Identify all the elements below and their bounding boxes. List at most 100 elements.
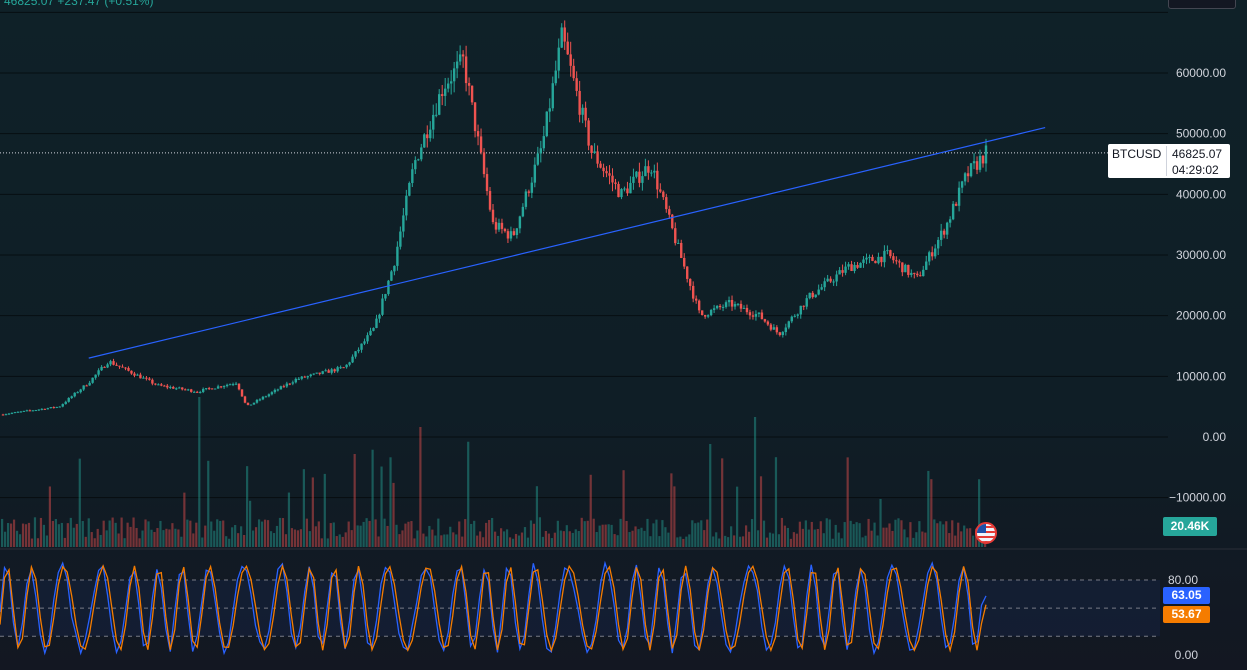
- volume-bar: [864, 535, 867, 547]
- candle-body: [862, 259, 865, 263]
- candle-body: [52, 407, 55, 409]
- candle-body: [763, 319, 767, 322]
- candle-body: [527, 191, 531, 193]
- candle-body: [533, 164, 537, 183]
- candle-body: [811, 292, 814, 298]
- volume-bar: [706, 519, 709, 547]
- volume-bar: [356, 525, 359, 547]
- candle-body: [659, 189, 662, 192]
- price-axis: 60000.00 50000.00 40000.00 30000.00 20000.00…: [1169, 66, 1226, 505]
- volume-bar: [798, 521, 801, 547]
- candle-body: [130, 370, 133, 374]
- volume-bar: [942, 524, 945, 547]
- volume-bar: [559, 530, 562, 547]
- candle-body: [587, 120, 590, 146]
- volume-bar: [389, 457, 392, 547]
- volume-bar: [718, 538, 721, 547]
- volume-bar: [661, 520, 664, 547]
- volume-bar: [786, 527, 790, 547]
- volume-bar: [260, 521, 264, 547]
- volume-bar: [153, 531, 156, 547]
- candle-body: [826, 278, 829, 282]
- candle-body: [318, 372, 321, 374]
- candle-body: [470, 85, 474, 103]
- candle-body: [703, 315, 707, 317]
- chart-canvas[interactable]: 80.00 0.00 60000.00 50000.00 40000.00 30000.…: [0, 0, 1247, 670]
- candle-body: [103, 366, 106, 368]
- volume-bar: [753, 417, 757, 547]
- candle-body: [139, 374, 142, 379]
- candle-body: [360, 343, 363, 350]
- volume-bar: [437, 518, 440, 547]
- candle-body: [766, 321, 770, 325]
- candle-body: [709, 309, 713, 316]
- candle-body: [802, 305, 805, 307]
- candle-body: [898, 261, 901, 263]
- volume-bar: [882, 527, 885, 547]
- candle-body: [972, 161, 976, 164]
- candle-body: [745, 307, 749, 313]
- candle-body: [751, 315, 755, 317]
- volume-bar: [969, 528, 972, 547]
- volume-bar: [362, 521, 365, 547]
- candle-body: [252, 402, 256, 405]
- volume-bar: [323, 473, 326, 547]
- volume-bar: [141, 530, 144, 547]
- candle-body: [91, 377, 94, 383]
- candle-body: [718, 305, 722, 308]
- bar-countdown: 04:29:02: [1172, 163, 1219, 177]
- volume-bar: [431, 529, 434, 547]
- candle-body: [506, 231, 510, 239]
- candle-body: [279, 386, 283, 390]
- candle-body: [892, 256, 895, 261]
- candle-body: [160, 384, 163, 386]
- candle-body: [781, 332, 785, 336]
- price-tick-label: 50000.00: [1176, 127, 1226, 141]
- candle-body: [808, 292, 811, 299]
- candle-body: [596, 151, 599, 164]
- candle-body: [584, 107, 587, 121]
- volume-bar: [467, 441, 470, 547]
- candle-body: [449, 81, 453, 84]
- candle-body: [446, 83, 450, 89]
- candle-body: [204, 388, 208, 390]
- candle-body: [641, 176, 644, 183]
- volume-bar: [741, 536, 745, 547]
- current-price-value: 46825.07: [1172, 147, 1223, 161]
- candle-body: [426, 134, 429, 139]
- candle-body: [697, 300, 701, 311]
- volume-bar: [837, 532, 840, 547]
- candle-body: [321, 371, 324, 374]
- us-flag-icon[interactable]: [975, 522, 997, 544]
- candle-body: [282, 386, 286, 388]
- candle-body: [193, 391, 196, 393]
- volume-bar: [577, 531, 580, 547]
- volume-bar: [183, 492, 186, 547]
- volume-bar: [165, 528, 168, 547]
- candle-body: [503, 228, 507, 232]
- volume-bar: [69, 517, 72, 547]
- volume-bar: [231, 527, 234, 547]
- candle-body: [605, 171, 608, 174]
- price-gridlines: [0, 11, 1168, 499]
- volume-bar: [894, 519, 897, 547]
- osc-tick-label: 0.00: [1175, 648, 1199, 662]
- volume-bar: [3, 531, 7, 547]
- candle-body: [306, 376, 309, 378]
- candle-body: [438, 94, 441, 115]
- candle-body: [844, 266, 847, 273]
- volume-bar: [514, 533, 518, 547]
- candle-body: [889, 250, 892, 257]
- candle-body: [957, 187, 961, 206]
- candle-body: [198, 391, 202, 393]
- volume-bar: [1, 518, 4, 547]
- volume-bar: [658, 536, 661, 547]
- candle-body: [512, 231, 516, 235]
- volume-bar: [523, 527, 527, 547]
- volume-bar: [243, 534, 246, 547]
- volume-bar: [335, 536, 338, 547]
- candle-body: [249, 404, 253, 406]
- candle-body: [865, 257, 868, 260]
- candle-body: [960, 181, 964, 188]
- volume-bar: [6, 523, 10, 547]
